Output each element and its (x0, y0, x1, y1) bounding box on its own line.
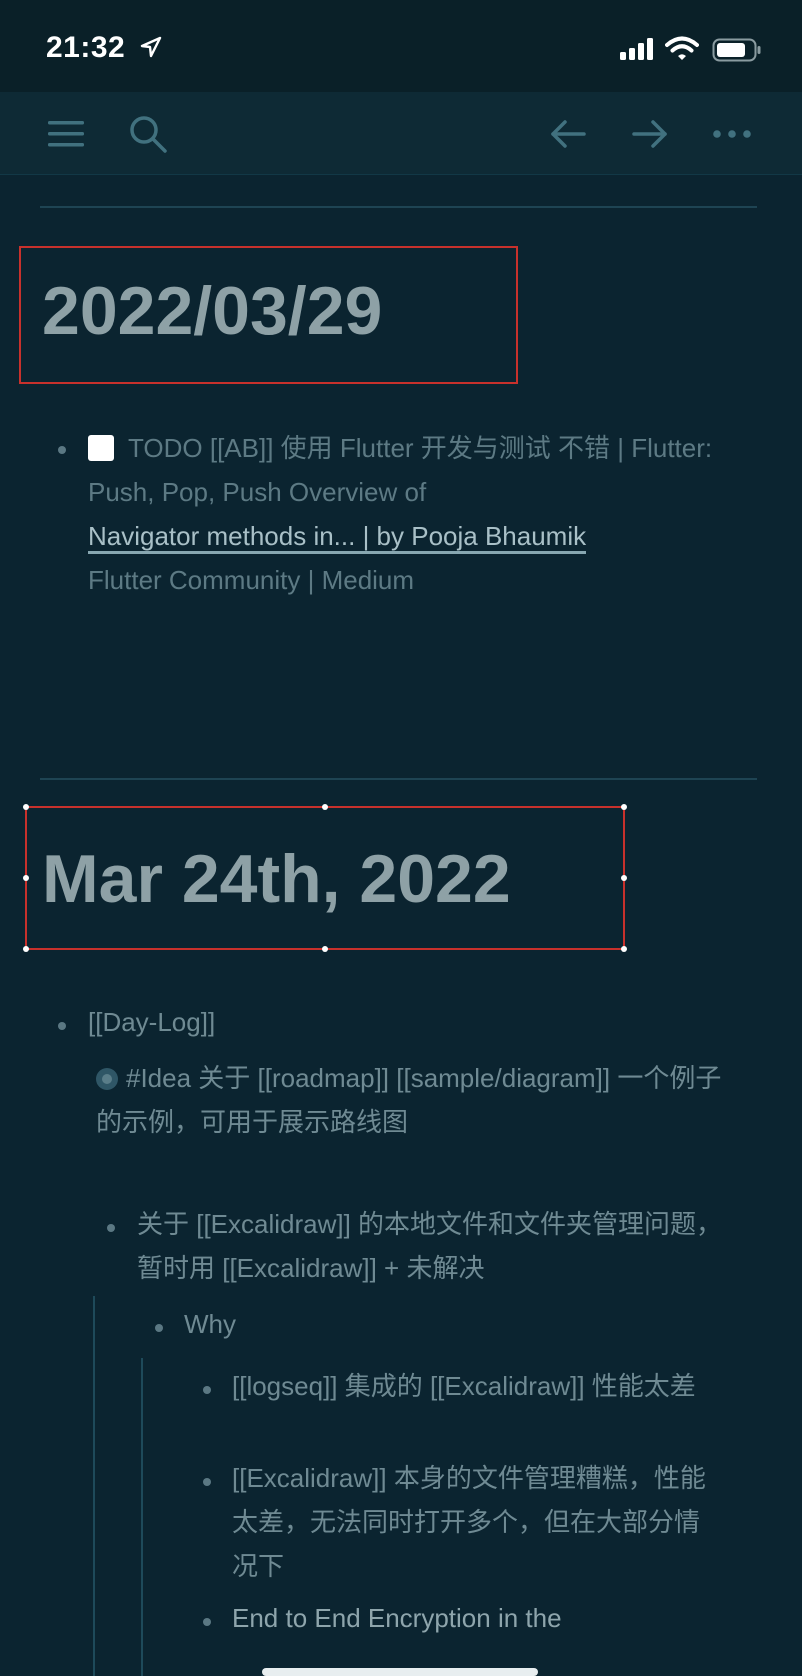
resize-handle[interactable] (621, 946, 627, 952)
resize-handle[interactable] (23, 875, 29, 881)
why-block[interactable]: Why (184, 1302, 724, 1346)
resize-handle[interactable] (23, 946, 29, 952)
wifi-icon (665, 36, 699, 60)
reason-block[interactable]: [[logseq]] 集成的 [[Excalidraw]] 性能太差 (232, 1364, 722, 1408)
journal-content: 2022/03/29 TODO [[AB]] 使用 Flutter 开发与测试 … (0, 174, 802, 1676)
battery-icon (712, 38, 761, 62)
resize-handle[interactable] (322, 946, 328, 952)
status-bar: 21:32 (0, 0, 802, 92)
back-arrow-icon (551, 120, 586, 148)
reason-block[interactable]: [[Excalidraw]] 本身的文件管理糟糕，性能太差，无法同时打开多个，但… (232, 1456, 722, 1588)
journal-date-title[interactable]: 2022/03/29 (42, 272, 382, 350)
block-bullet[interactable] (203, 1478, 211, 1486)
collapsed-bullet-icon[interactable] (96, 1068, 118, 1090)
more-icon (713, 130, 751, 138)
article-link[interactable]: Navigator methods in... | by Pooja Bhaum… (88, 521, 587, 554)
journal-date-title[interactable]: Mar 24th, 2022 (42, 840, 511, 918)
todo-checkbox[interactable] (88, 435, 114, 461)
block-bullet[interactable] (155, 1324, 163, 1332)
day-log-block[interactable]: [[Day-Log]] (88, 1000, 728, 1044)
search-button[interactable] (124, 110, 172, 158)
more-button[interactable] (708, 110, 756, 158)
resize-handle[interactable] (621, 804, 627, 810)
location-icon (140, 36, 162, 58)
signal-icon (620, 38, 653, 60)
idea-block[interactable]: #Idea 关于 [[roadmap]] [[sample/diagram]] … (96, 1056, 736, 1144)
block-thread-line (141, 1358, 143, 1676)
resize-handle[interactable] (322, 804, 328, 810)
block-bullet[interactable] (58, 1022, 66, 1030)
block-bullet[interactable] (203, 1618, 211, 1626)
back-button[interactable] (544, 110, 592, 158)
todo-block[interactable]: TODO [[AB]] 使用 Flutter 开发与测试 不错 | Flutte… (88, 426, 728, 602)
forward-arrow-icon (632, 120, 667, 148)
forward-button[interactable] (626, 110, 674, 158)
top-toolbar (0, 92, 802, 175)
block-thread-line (93, 1296, 95, 1676)
home-indicator[interactable] (262, 1668, 538, 1676)
status-time: 21:32 (46, 31, 126, 64)
resize-handle[interactable] (23, 804, 29, 810)
section-divider (40, 778, 757, 780)
excalidraw-issue-block[interactable]: 关于 [[Excalidraw]] 的本地文件和文件夹管理问题，暂时用 [[Ex… (137, 1202, 737, 1290)
block-bullet[interactable] (58, 446, 66, 454)
block-bullet[interactable] (203, 1386, 211, 1394)
menu-button[interactable] (42, 110, 90, 158)
resize-handle[interactable] (621, 875, 627, 881)
menu-icon (48, 121, 84, 147)
search-icon (130, 116, 167, 153)
reason-block[interactable]: End to End Encryption in the (232, 1596, 722, 1640)
block-bullet[interactable] (107, 1224, 115, 1232)
section-divider (40, 206, 757, 208)
